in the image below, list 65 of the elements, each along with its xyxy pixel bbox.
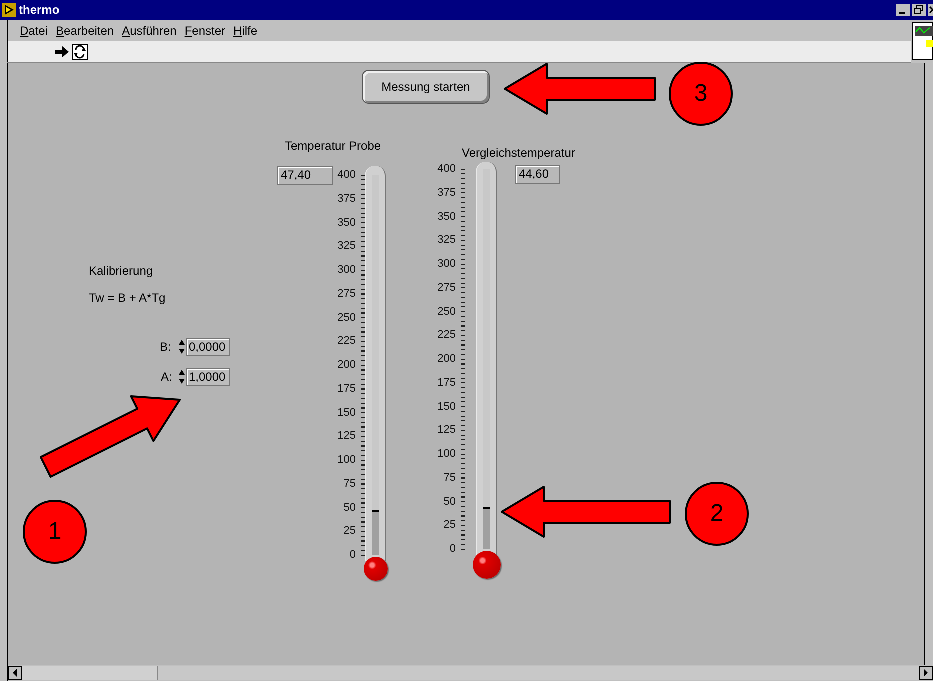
scale-label: 125 [336,429,356,444]
scale-label: 150 [436,400,456,414]
field-label: B: [160,340,172,354]
restore-icon[interactable] [912,4,926,16]
scale-label: 325 [436,233,456,248]
scale-label: 275 [336,286,356,301]
scale-label: 300 [336,263,356,277]
scale-label: 75 [342,476,356,491]
scale-label: 375 [436,186,456,200]
numeric-field[interactable]: 0,0000 [186,338,230,356]
calibration-title: Kalibrierung [89,264,154,278]
scale-label: 225 [436,328,456,342]
scale-label: 350 [436,210,456,224]
menu-item[interactable]: Hilfe [230,24,261,38]
thermometer-bulb [473,551,501,579]
minimize-icon[interactable] [896,4,910,16]
scale-label: 350 [336,216,356,230]
scroll-left-icon[interactable] [8,666,22,680]
scale-label: 50 [342,500,356,514]
scale-label: 25 [342,524,356,538]
scale-label: 375 [336,192,356,206]
menu-item[interactable]: Bearbeiten [53,24,118,38]
app-icon [2,3,16,17]
scale-label: 325 [336,239,356,254]
menu-item[interactable]: Ausführen [119,24,180,38]
temperature-readout: 44,60 [515,165,560,184]
scale-label: 150 [336,406,356,420]
run-continuously-icon[interactable] [72,44,88,60]
thermometer-label: Temperatur Probe [285,139,382,153]
scale-label: 175 [436,376,456,390]
scale-label: 250 [436,304,456,318]
start-button[interactable]: Messung starten [362,70,490,104]
temperature-readout: 47,40 [277,166,333,185]
scale-label: 0 [448,542,456,556]
scale-label: 200 [436,352,456,366]
scale-label: 400 [436,162,456,176]
run-arrow-icon[interactable] [54,46,70,58]
scroll-thumb[interactable] [22,666,158,680]
menu-item[interactable]: Datei [17,24,52,38]
thermometer-bulb [364,557,388,581]
scale-label: 25 [442,518,456,532]
scale-label: 300 [436,257,456,271]
scale-label: 75 [442,470,456,485]
scale-label: 175 [336,382,356,396]
scale-label: 200 [336,358,356,372]
vi-icon [912,22,933,60]
numeric-field[interactable]: 1,0000 [186,368,230,386]
scale-label: 50 [442,494,456,508]
close-icon[interactable] [928,4,933,16]
scale-label: 0 [348,548,356,562]
window-title: thermo [19,3,60,17]
spinner-icon[interactable] [179,339,185,355]
scale-label: 275 [436,280,456,295]
thermometer-label: Vergleichstemperatur [462,146,576,160]
menu-item[interactable]: Fenster [182,24,229,38]
scale-label: 400 [336,168,356,182]
scale-label: 250 [336,310,356,324]
field-label: A: [161,370,172,384]
scale-label: 225 [336,334,356,348]
calibration-formula: Tw = B + A*Tg [89,291,166,305]
scale-label: 100 [336,453,356,467]
spinner-icon[interactable] [179,369,185,385]
scroll-right-icon[interactable] [919,666,933,680]
scale-label: 100 [436,447,456,461]
scale-label: 125 [436,423,456,438]
